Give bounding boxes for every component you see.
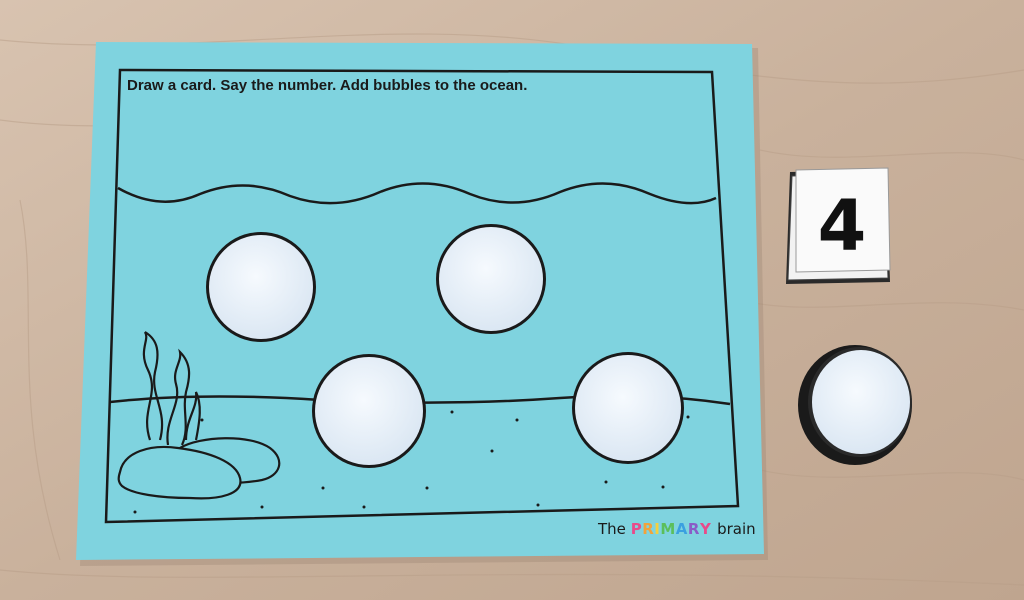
bubble-3[interactable] [312, 354, 426, 468]
instructions-text: Draw a card. Say the number. Add bubbles… [127, 77, 527, 94]
brand-suffix: brain [717, 520, 756, 538]
brand-prefix: The [598, 520, 626, 538]
brand-logo: The PRIMARY brain [598, 520, 756, 538]
number-card-value: 4 [818, 185, 867, 267]
photo-scene: Draw a card. Say the number. Add bubbles… [0, 0, 1024, 600]
bubble-1[interactable] [206, 232, 316, 342]
bubble-2[interactable] [436, 224, 546, 334]
bubble-stack[interactable] [798, 345, 912, 465]
brand-highlight: PRIMARY [630, 520, 712, 538]
bubble-4[interactable] [572, 352, 684, 464]
